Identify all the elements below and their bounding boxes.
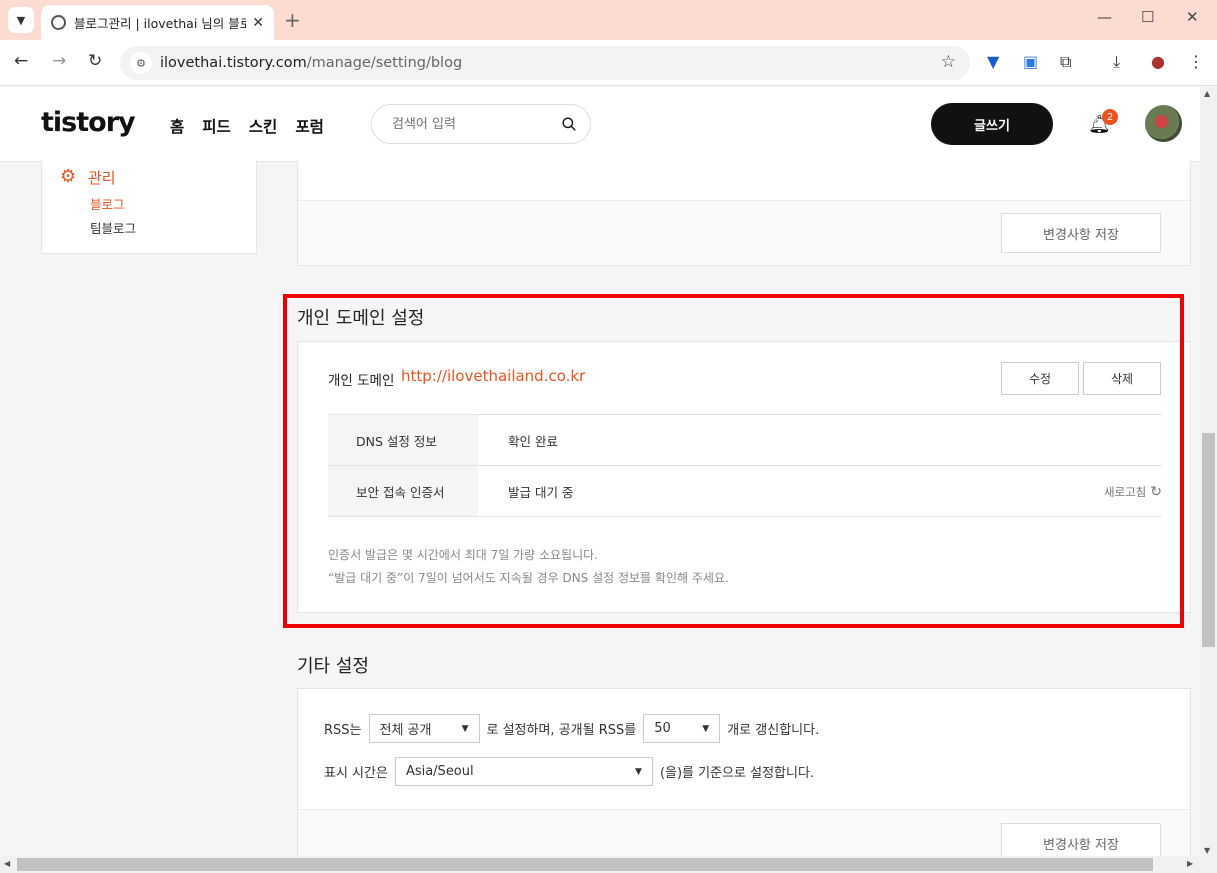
search-box (371, 104, 591, 144)
gear-icon: ⚙ (60, 166, 77, 187)
rss-count-select[interactable]: 50 ▼ (643, 714, 721, 743)
chevron-down-icon[interactable]: ▼ (8, 7, 34, 33)
caret-down-icon: ▼ (635, 766, 642, 777)
minimize-icon[interactable]: — (1097, 8, 1112, 26)
forward-icon[interactable]: → (52, 51, 66, 71)
timezone-row: 표시 시간은 Asia/Seoul ▼ (을)를 기준으로 설정합니다. (324, 757, 814, 786)
site-header: tistory 홈 피드 스킨 포럼 글쓰기 🔔︎ 2 (0, 87, 1200, 162)
scroll-right-icon[interactable]: ▶ (1187, 859, 1193, 868)
puzzle-icon[interactable]: ⧉ (1060, 52, 1071, 72)
rss-visibility-select[interactable]: 전체 공개 ▼ (368, 714, 480, 743)
notification-badge: 2 (1102, 109, 1118, 125)
sidebar-title[interactable]: 관리 (88, 167, 116, 188)
url-text: ilovethai.tistory.com/manage/setting/blo… (160, 55, 463, 71)
rss-middle: 로 설정하며, 공개될 RSS를 (486, 723, 637, 738)
nav-forum[interactable]: 포럼 (295, 115, 324, 137)
admin-sidebar: ⚙ 관리 블로그 팀블로그 (41, 161, 257, 254)
previous-settings-card: 변경사항 저장 (297, 161, 1191, 266)
highlight-annotation (283, 294, 1184, 628)
sidebar-item-team-blog[interactable]: 팀블로그 (90, 218, 136, 237)
main-nav: 홈 피드 스킨 포럼 (170, 115, 324, 137)
save-button[interactable]: 변경사항 저장 (1001, 213, 1161, 253)
etc-section-title: 기타 설정 (297, 656, 369, 677)
close-window-icon[interactable]: ✕ (1186, 8, 1199, 26)
back-icon[interactable]: ← (14, 51, 28, 71)
scrollbar-thumb[interactable] (1202, 433, 1215, 647)
tz-prefix: 표시 시간은 (324, 766, 388, 781)
maximize-icon[interactable]: ☐ (1141, 8, 1154, 26)
extension-icon[interactable]: ▣ (1023, 52, 1038, 71)
tab-title: 블로그관리 | ilovethai 님의 블로그 (74, 16, 247, 31)
vertical-scrollbar[interactable]: ▲ ▼ (1200, 87, 1217, 857)
rss-row: RSS는 전체 공개 ▼ 로 설정하며, 공개될 RSS를 50 ▼ 개로 갱신합니… (324, 714, 819, 743)
caret-down-icon: ▼ (461, 723, 469, 734)
nav-skin[interactable]: 스킨 (249, 115, 278, 137)
rss-suffix: 개로 갱신합니다. (727, 723, 820, 738)
download-icon[interactable]: ⤓ (1113, 52, 1120, 72)
profile-icon[interactable]: ● (1151, 52, 1165, 71)
scroll-left-icon[interactable]: ◀ (4, 859, 10, 868)
avatar[interactable] (1145, 105, 1182, 142)
browser-tab[interactable]: 블로그관리 | ilovethai 님의 블로그 ✕ (41, 5, 274, 40)
browser-toolbar: ← → ↻ ⚙ ilovethai.tistory.com/manage/set… (0, 40, 1217, 86)
search-input[interactable] (392, 116, 562, 132)
tistory-logo[interactable]: tistory (41, 107, 136, 138)
sidebar-item-blog[interactable]: 블로그 (90, 194, 125, 213)
menu-icon[interactable]: ⋮ (1188, 52, 1204, 71)
star-icon[interactable]: ☆ (941, 52, 956, 72)
new-tab-button[interactable]: + (284, 8, 301, 32)
browser-tab-bar: ▼ 블로그관리 | ilovethai 님의 블로그 ✕ + — ☐ ✕ (0, 0, 1217, 40)
scroll-down-icon[interactable]: ▼ (1204, 846, 1210, 855)
timezone-select[interactable]: Asia/Seoul ▼ (394, 757, 653, 786)
caret-down-icon: ▼ (702, 723, 710, 734)
globe-icon (51, 15, 66, 30)
nav-feed[interactable]: 피드 (202, 115, 231, 137)
write-button[interactable]: 글쓰기 (931, 103, 1053, 145)
vpn-extension-icon[interactable]: ▼ (987, 52, 999, 71)
close-icon[interactable]: ✕ (252, 15, 264, 31)
address-bar[interactable]: ⚙ ilovethai.tistory.com/manage/setting/b… (120, 46, 970, 80)
rss-prefix: RSS는 (324, 723, 362, 738)
card-footer: 변경사항 저장 (298, 200, 1190, 265)
etc-settings-card: RSS는 전체 공개 ▼ 로 설정하며, 공개될 RSS를 50 ▼ 개로 갱신합니… (297, 688, 1191, 873)
reload-icon[interactable]: ↻ (88, 51, 102, 71)
search-icon[interactable] (562, 115, 576, 133)
tz-suffix: (을)를 기준으로 설정합니다. (659, 766, 815, 781)
site-settings-icon[interactable]: ⚙ (130, 52, 152, 74)
horizontal-scrollbar[interactable]: ◀ ▶ (0, 856, 1217, 873)
scrollbar-thumb[interactable] (17, 858, 1153, 871)
scroll-up-icon[interactable]: ▲ (1204, 89, 1210, 98)
nav-home[interactable]: 홈 (170, 115, 184, 137)
